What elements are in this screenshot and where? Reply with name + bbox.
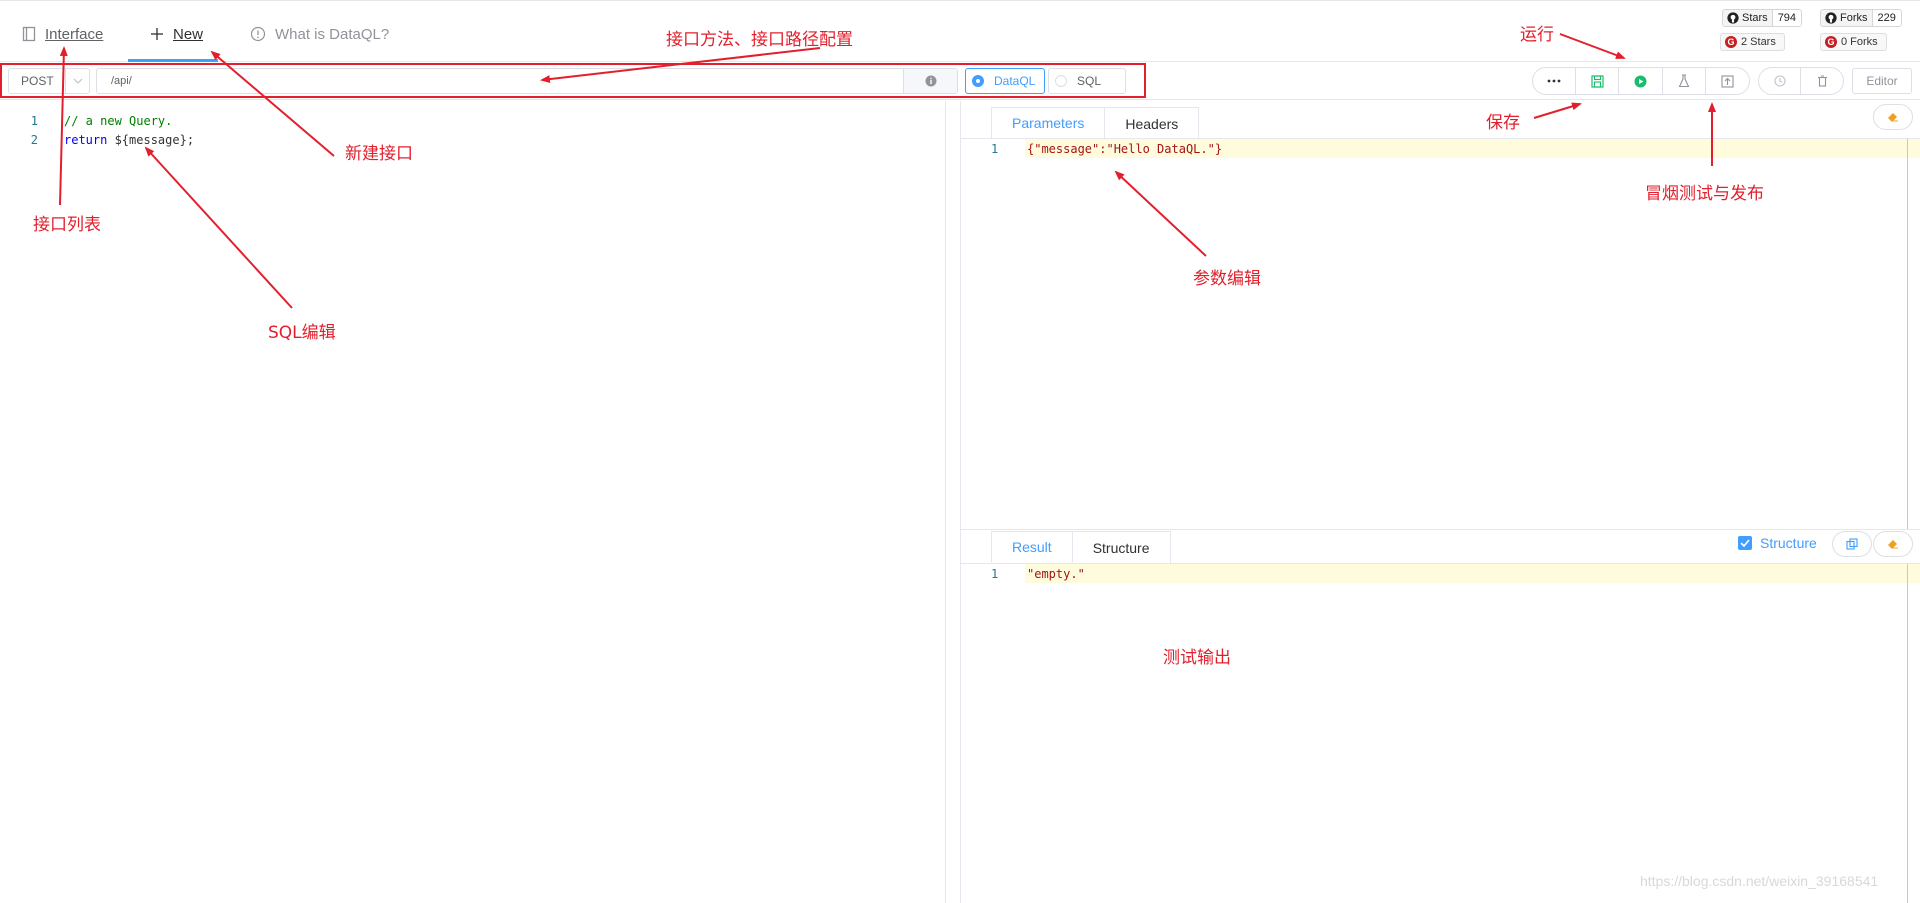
line-number: 1	[991, 141, 999, 156]
result-scrollbar[interactable]	[1907, 564, 1908, 903]
tab-what-label: What is DataQL?	[275, 25, 390, 43]
checkbox-checked-icon	[1738, 536, 1752, 550]
gitee-icon: G	[1725, 36, 1737, 48]
info-circle-icon	[250, 26, 266, 42]
flask-icon	[1678, 74, 1690, 88]
annotation-param-edit: 参数编辑	[1193, 269, 1261, 289]
annotation-test-output: 测试输出	[1163, 648, 1231, 668]
code-line: 2 return ${message};	[0, 130, 194, 149]
play-circle-icon	[1634, 75, 1647, 88]
code-keyword: return	[64, 132, 108, 147]
annotation-highlight-box	[0, 63, 1146, 98]
eraser-icon	[1887, 112, 1899, 122]
line-number: 2	[30, 132, 38, 147]
history-button[interactable]	[1759, 68, 1802, 94]
code-text: // a new Query.	[64, 113, 173, 128]
save-button[interactable]	[1576, 68, 1620, 94]
gitee-icon: G	[1825, 36, 1837, 48]
publish-button[interactable]	[1706, 68, 1749, 94]
gitee-forks-text: 0 Forks	[1841, 36, 1878, 48]
gitee-stars-badge[interactable]: G 2 Stars	[1720, 33, 1785, 51]
delete-button[interactable]	[1801, 68, 1843, 94]
right-panel: Parameters Headers 1 {"message":"Hello D…	[960, 101, 1920, 903]
gitee-stars-text: 2 Stars	[1741, 36, 1776, 48]
eraser-icon	[1887, 539, 1899, 549]
annotation-sql-edit: SQL编辑	[268, 323, 336, 343]
tab-new[interactable]: New	[150, 21, 203, 47]
smoke-test-button[interactable]	[1663, 68, 1706, 94]
tab-parameters[interactable]: Parameters	[991, 107, 1106, 139]
structure-checkbox-label: Structure	[1760, 535, 1817, 551]
github-stars-count: 794	[1772, 10, 1802, 26]
watermark: https://blog.csdn.net/weixin_39168541	[1640, 873, 1879, 889]
annotation-new-api: 新建接口	[345, 144, 413, 164]
github-forks-label: Forks	[1840, 12, 1868, 24]
action-button-group	[1532, 67, 1750, 95]
line-number: 1	[30, 113, 38, 128]
more-button[interactable]	[1533, 68, 1577, 94]
line-number: 1	[991, 566, 999, 581]
params-scrollbar[interactable]	[1907, 139, 1908, 529]
editor-button[interactable]: Editor	[1852, 68, 1912, 94]
annotation-api-list: 接口列表	[33, 215, 101, 235]
github-forks-count: 229	[1872, 10, 1901, 26]
tab-new-label: New	[173, 25, 204, 43]
github-icon	[1727, 12, 1739, 24]
query-editor[interactable]: 1 // a new Query. 2 return ${message};	[0, 101, 946, 903]
more-dots-icon	[1547, 79, 1561, 83]
structure-checkbox[interactable]: Structure	[1738, 535, 1817, 551]
github-stars-badge[interactable]: Stars 794	[1722, 9, 1803, 27]
annotation-method-path: 接口方法、接口路径配置	[666, 30, 853, 50]
tab-result[interactable]: Result	[991, 531, 1073, 563]
trash-icon	[1817, 75, 1828, 87]
github-icon	[1825, 12, 1837, 24]
result-tabbar: Result Structure	[991, 531, 1171, 563]
params-json: {"message":"Hello DataQL."}	[1027, 141, 1223, 156]
code-line: 1 // a new Query.	[0, 111, 173, 130]
tab-structure[interactable]: Structure	[1072, 531, 1171, 563]
run-button[interactable]	[1619, 68, 1663, 94]
params-tabbar: Parameters Headers	[991, 107, 1200, 139]
tab-what-is-dataql[interactable]: What is DataQL?	[250, 21, 389, 47]
tab-interface-label: Interface	[45, 25, 104, 43]
result-json: "empty."	[1027, 566, 1085, 581]
clear-params-button[interactable]	[1873, 104, 1913, 130]
save-icon	[1591, 74, 1604, 88]
tab-headers[interactable]: Headers	[1105, 107, 1200, 139]
top-tab-bar: Interface New What is DataQL? Stars 794 …	[0, 0, 1920, 62]
clear-result-button[interactable]	[1873, 531, 1913, 557]
gitee-forks-badge[interactable]: G 0 Forks	[1820, 33, 1887, 51]
plus-icon	[150, 27, 164, 41]
clock-icon	[1773, 75, 1786, 87]
annotation-smoke-publish: 冒烟测试与发布	[1645, 184, 1764, 204]
copy-icon	[1846, 538, 1858, 550]
annotation-save: 保存	[1486, 113, 1520, 133]
code-text: ${message};	[107, 132, 195, 147]
github-stars-label: Stars	[1742, 12, 1768, 24]
book-icon	[22, 26, 36, 42]
tab-interface[interactable]: Interface	[22, 21, 103, 47]
upload-icon	[1721, 74, 1734, 88]
annotation-run: 运行	[1520, 25, 1554, 45]
copy-result-button[interactable]	[1832, 531, 1872, 557]
history-button-group	[1758, 67, 1844, 95]
github-forks-badge[interactable]: Forks 229	[1820, 9, 1902, 27]
